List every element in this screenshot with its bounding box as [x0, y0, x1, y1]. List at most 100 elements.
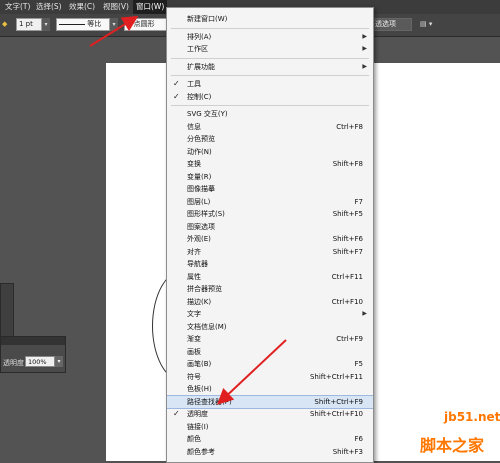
- menu-select[interactable]: 选择(S): [33, 0, 65, 14]
- menu-item[interactable]: SVG 交互(Y): [167, 108, 373, 120]
- stroke-icon[interactable]: ◆: [2, 18, 7, 31]
- menu-item[interactable]: 颜色参考 Shift+F3: [167, 446, 373, 458]
- menu-item-label: 属性: [187, 272, 201, 281]
- menu-item[interactable]: 符号 Shift+Ctrl+F11: [167, 371, 373, 383]
- menu-item-label: 控制(C): [187, 92, 212, 101]
- menu-item[interactable]: 文字 ▶: [167, 308, 373, 320]
- menu-item-shortcut: Shift+F6: [332, 235, 363, 243]
- menu-item[interactable]: 链接(I): [167, 421, 373, 433]
- stroke-weight-dropdown[interactable]: ▾: [42, 18, 50, 31]
- menu-item[interactable]: ✓ 工具: [167, 78, 373, 90]
- menu-view[interactable]: 视图(V): [100, 0, 132, 14]
- menu-item-label: 动作(N): [187, 147, 212, 156]
- menu-item-label: 文字: [187, 310, 201, 318]
- menu-item-label: 工具: [187, 80, 201, 88]
- menu-item-shortcut: Ctrl+F8: [336, 122, 363, 131]
- opacity-field[interactable]: 100%: [25, 356, 55, 367]
- menu-item-shortcut: F7: [354, 197, 363, 206]
- stroke-weight-field[interactable]: 1 pt: [16, 18, 42, 31]
- menu-item[interactable]: 分色预览: [167, 133, 373, 145]
- menu-separator: [171, 57, 369, 59]
- menu-item-label: 颜色参考: [187, 447, 215, 456]
- menu-item[interactable]: 外观(E) Shift+F6: [167, 233, 373, 245]
- menu-item-label: 信息: [187, 122, 201, 131]
- menu-item-shortcut: Shift+F8: [332, 160, 363, 168]
- stroke-profile-select[interactable]: 等比: [56, 18, 110, 31]
- options-button[interactable]: 透选项: [372, 18, 412, 31]
- watermark-name: 脚本之家: [420, 436, 485, 455]
- menu-window[interactable]: 窗口(W): [133, 0, 168, 14]
- menu-item[interactable]: 图形样式(S) Shift+F5: [167, 208, 373, 220]
- menu-item[interactable]: 对齐 Shift+F7: [167, 246, 373, 258]
- stroke-profile-dropdown[interactable]: ▾: [110, 18, 118, 31]
- menu-item-label: 变换: [187, 160, 201, 168]
- menu-item-label: 图层(L): [187, 197, 211, 206]
- menu-item-label: 透明度: [187, 410, 208, 418]
- opacity-dropdown[interactable]: ▾: [55, 356, 63, 367]
- menu-item-label: 画板: [187, 347, 201, 356]
- menu-item-label: 图像描摹: [187, 185, 215, 193]
- menu-item[interactable]: 图案选项: [167, 221, 373, 233]
- menu-item-shortcut: Shift+F7: [332, 247, 363, 256]
- brush-select[interactable]: 5 点圆形: [124, 18, 168, 31]
- menu-item[interactable]: 渐变 Ctrl+F9: [167, 333, 373, 345]
- menu-text[interactable]: 文字(T): [2, 0, 33, 14]
- menu-item-label: 扩展功能: [187, 62, 215, 71]
- menu-item-label: 链接(I): [187, 422, 209, 431]
- menu-item[interactable]: 新建窗口(W): [167, 13, 373, 25]
- submenu-arrow-icon: ▶: [362, 32, 367, 40]
- opacity-label: 透明度: [3, 359, 24, 367]
- menu-item-label: 排列(A): [187, 32, 212, 41]
- check-icon: ✓: [173, 79, 180, 88]
- menu-item-label: 描边(K): [187, 297, 212, 306]
- menu-item-shortcut: Shift+F5: [332, 210, 363, 218]
- menu-item[interactable]: 变量(R): [167, 171, 373, 183]
- menu-item-label: 导航器: [187, 260, 208, 268]
- menu-item-label: 变量(R): [187, 172, 212, 181]
- menu-item[interactable]: 色板(H): [167, 383, 373, 395]
- menu-item-label: 路径查找器(P): [187, 397, 232, 406]
- submenu-arrow-icon: ▶: [362, 45, 367, 52]
- menu-item-label: 符号: [187, 372, 201, 381]
- menu-item-label: 对齐: [187, 247, 201, 256]
- menu-item[interactable]: 变换 Shift+F8: [167, 158, 373, 170]
- menu-item[interactable]: 导航器: [167, 258, 373, 270]
- menu-item-shortcut: Shift+Ctrl+F10: [309, 410, 363, 418]
- menu-item-shortcut: F5: [354, 360, 363, 368]
- menu-item[interactable]: 排列(A) ▶: [167, 31, 373, 43]
- menu-item[interactable]: 路径查找器(P) Shift+Ctrl+F9: [167, 394, 373, 409]
- submenu-arrow-icon: ▶: [362, 62, 367, 70]
- menu-item-shortcut: Shift+F3: [332, 447, 363, 456]
- menu-item[interactable]: 拼合器预览: [167, 283, 373, 295]
- menu-item-label: 分色预览: [187, 135, 215, 143]
- stroke-profile-label: 等比: [87, 20, 102, 28]
- menu-item-shortcut: Shift+Ctrl+F11: [309, 372, 363, 381]
- watermark-site: jb51.net: [444, 410, 500, 424]
- menu-item[interactable]: 图层(L) F7: [167, 196, 373, 208]
- menu-item-label: 文档信息(M): [187, 322, 227, 331]
- check-icon: ✓: [173, 91, 180, 101]
- menu-separator: [171, 105, 369, 106]
- menu-item[interactable]: 信息 Ctrl+F8: [167, 121, 373, 133]
- menu-item[interactable]: ✓ 透明度 Shift+Ctrl+F10: [167, 408, 373, 420]
- menu-item[interactable]: ✓ 控制(C): [167, 91, 373, 103]
- menu-separator: [171, 27, 369, 29]
- menu-item[interactable]: 画笔(B) F5: [167, 358, 373, 370]
- menu-item[interactable]: 描边(K) Ctrl+F10: [167, 296, 373, 308]
- menu-item[interactable]: 属性 Ctrl+F11: [167, 271, 373, 283]
- menu-item[interactable]: 图像描摹: [167, 183, 373, 195]
- menu-item-label: 外观(E): [187, 235, 211, 243]
- arrange-icon[interactable]: ▤ ▾: [420, 18, 432, 31]
- panel-header[interactable]: [1, 337, 65, 345]
- menu-item[interactable]: 颜色 F6: [167, 433, 373, 445]
- menu-item[interactable]: 文档信息(M): [167, 321, 373, 333]
- menu-effect[interactable]: 效果(C): [66, 0, 98, 14]
- menu-item-shortcut: F6: [354, 435, 363, 443]
- transparency-panel: 透明度 100% ▾: [0, 336, 66, 373]
- menu-item[interactable]: 扩展功能 ▶: [167, 61, 373, 73]
- menu-item[interactable]: 工作区 ▶: [167, 43, 373, 55]
- menu-item-label: 画笔(B): [187, 360, 212, 368]
- check-icon: ✓: [173, 409, 180, 418]
- menu-item[interactable]: 动作(N): [167, 146, 373, 158]
- menu-item[interactable]: 画板: [167, 346, 373, 358]
